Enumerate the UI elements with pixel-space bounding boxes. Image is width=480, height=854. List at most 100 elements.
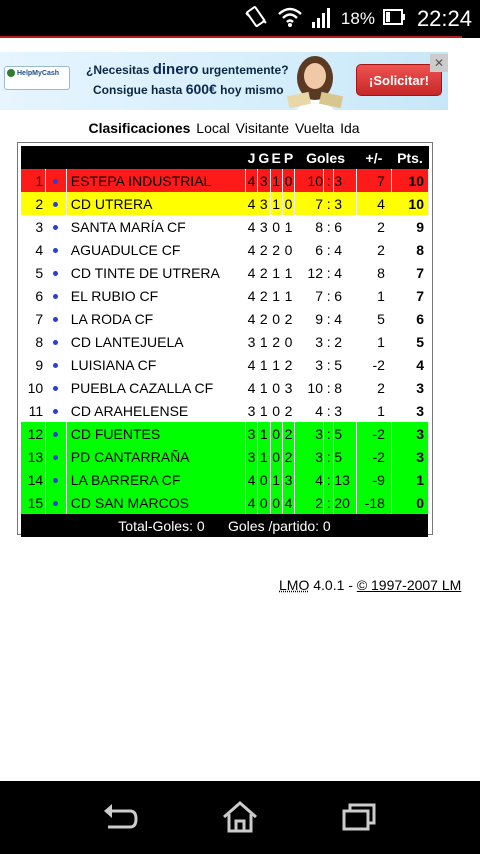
recent-apps-icon (342, 803, 376, 831)
row-drawn: 1 (270, 468, 283, 491)
row-team[interactable]: CD FUENTES (66, 422, 246, 445)
row-rank: 5 (35, 264, 44, 281)
row-drawn: 1 (270, 169, 283, 192)
row-team[interactable]: CD UTRERA (66, 192, 246, 215)
team-marker-icon (53, 202, 59, 208)
row-goals-for: 8 (315, 218, 323, 235)
row-played: 4 (247, 356, 256, 373)
row-goals-against: 5 (333, 445, 357, 468)
header-dot (45, 146, 67, 169)
row-won: 3 (257, 169, 271, 192)
row-played: 3 (247, 402, 256, 419)
row-team[interactable]: CD ARAHELENSE (66, 399, 245, 422)
table-footer-row: Total-Goles: 0 Goles /partido: 0 (21, 514, 429, 537)
row-points: 4 (416, 356, 424, 373)
tab-vuelta[interactable]: Vuelta (295, 120, 334, 136)
row-won: 0 (257, 491, 271, 514)
row-drawn: 0 (272, 379, 281, 396)
row-goals-for: 7 (294, 192, 324, 215)
row-points: 6 (416, 310, 424, 327)
back-button[interactable] (100, 799, 140, 835)
row-rank: 6 (35, 287, 44, 304)
vibrate-icon (243, 5, 269, 34)
recent-apps-button[interactable] (340, 799, 380, 835)
row-goals-against: 6 (334, 218, 343, 235)
home-icon (223, 801, 257, 833)
row-goals-separator: : (326, 402, 331, 419)
row-goals-for: 10 (294, 169, 324, 192)
row-team[interactable]: LA RODA CF (66, 307, 245, 330)
team-marker-icon (53, 386, 59, 392)
row-goal-diff: 1 (377, 333, 385, 350)
team-marker-icon (53, 294, 59, 300)
row-goals-for: 6 (315, 241, 323, 258)
row-team[interactable]: AGUADULCE CF (66, 238, 245, 261)
row-goals-against: 20 (333, 491, 357, 514)
row-drawn: 0 (270, 445, 283, 468)
row-goal-diff: 2 (377, 218, 385, 235)
row-drawn: 0 (272, 402, 281, 419)
row-team[interactable]: LA BARRERA CF (66, 468, 246, 491)
row-points: 10 (391, 169, 430, 192)
row-dot-icon (46, 215, 67, 238)
tab-ida[interactable]: Ida (340, 120, 359, 136)
row-won: 3 (257, 192, 271, 215)
battery-percent: 18% (340, 9, 375, 28)
row-goals-separator: : (323, 422, 335, 445)
screen: 18% 22:24 HelpMyCash ¿Necesitas dinero u… (0, 0, 480, 854)
row-played: 4 (245, 169, 259, 192)
row-dot-icon (45, 491, 67, 514)
status-icons: 18% 22:24 (243, 5, 472, 34)
row-team[interactable]: EL RUBIO CF (66, 284, 245, 307)
row-rank: 2 (21, 192, 47, 215)
row-drawn: 1 (272, 287, 281, 304)
row-lost: 1 (284, 264, 293, 281)
row-team[interactable]: ESTEPA INDUSTRIAL (66, 169, 246, 192)
row-goal-diff: 2 (377, 241, 385, 258)
row-team[interactable]: PD CANTARRAÑA (66, 445, 246, 468)
navigation-bar (0, 781, 480, 854)
ad-person-image (282, 54, 348, 110)
row-goal-diff: -2 (356, 422, 392, 445)
tab-clasificaciones[interactable]: Clasificaciones (88, 120, 190, 136)
row-goals-separator: : (323, 445, 335, 468)
row-dot-icon (45, 468, 67, 491)
row-goals-for: 10 (307, 379, 323, 396)
copyright-link[interactable]: © 1997-2007 LM (357, 577, 462, 593)
row-goals-separator: : (323, 468, 335, 491)
row-lost: 3 (282, 468, 296, 491)
home-button[interactable] (220, 799, 260, 835)
row-won: 1 (257, 445, 271, 468)
ad-banner[interactable]: HelpMyCash ¿Necesitas dinero urgentement… (0, 52, 448, 110)
row-points: 7 (416, 287, 424, 304)
row-team[interactable]: CD LANTEJUELA (66, 330, 245, 353)
row-points: 5 (416, 333, 424, 350)
lmo-link[interactable]: LMO (279, 577, 309, 593)
row-lost: 2 (282, 445, 296, 468)
row-team[interactable]: LUISIANA CF (66, 353, 245, 376)
row-won: 1 (259, 379, 268, 396)
row-dot-icon (45, 422, 67, 445)
row-goals-against: 3 (333, 192, 357, 215)
ad-logo-icon (7, 69, 15, 77)
table-row: 12 CD FUENTES 3 1 0 2 3:5 -2 3 (21, 422, 430, 445)
row-team[interactable]: SANTA MARÍA CF (66, 215, 245, 238)
row-drawn: 1 (272, 264, 281, 281)
row-played: 4 (245, 491, 259, 514)
tab-local[interactable]: Local (196, 120, 229, 136)
tab-visitante[interactable]: Visitante (236, 120, 289, 136)
row-goal-diff: -2 (356, 445, 392, 468)
header-goal-diff: +/- (356, 146, 392, 169)
row-goals-for: 3 (294, 445, 324, 468)
row-lost: 1 (284, 218, 293, 235)
row-points: 10 (391, 192, 430, 215)
ad-close-icon[interactable]: ✕ (430, 54, 448, 72)
row-lost: 2 (284, 356, 293, 373)
row-team[interactable]: CD TINTE DE UTRERA (66, 261, 245, 284)
row-won: 2 (259, 287, 268, 304)
row-team[interactable]: CD SAN MARCOS (66, 491, 246, 514)
row-goals-separator: : (326, 218, 331, 235)
row-lost: 0 (284, 241, 293, 258)
row-won: 1 (259, 333, 268, 350)
row-team[interactable]: PUEBLA CAZALLA CF (66, 376, 245, 399)
